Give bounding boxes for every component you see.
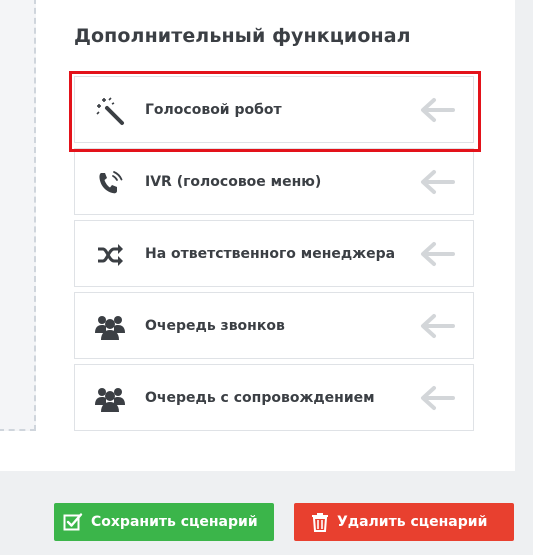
delete-scenario-button[interactable]: Удалить сценарий [294,503,514,541]
phone-signal-icon [93,166,127,200]
check-square-icon [63,513,83,531]
delete-scenario-label: Удалить сценарий [337,514,488,530]
feature-item-label: Очередь звонков [145,317,285,334]
scenario-dropzone[interactable] [0,0,36,431]
arrow-left-icon[interactable] [419,312,455,340]
feature-item-escorted-queue[interactable]: Очередь с сопровождением [74,364,474,431]
arrow-left-icon[interactable] [419,168,455,196]
feature-item-ivr[interactable]: IVR (голосовое меню) [74,148,474,215]
users-group-icon [93,382,127,416]
arrow-left-icon[interactable] [419,384,455,412]
save-scenario-label: Сохранить сценарий [91,514,258,530]
arrow-left-icon[interactable] [419,240,455,268]
panel-heading: Дополнительный функционал [74,25,411,47]
feature-item-responsible-manager[interactable]: На ответственного менеджера [74,220,474,287]
feature-item-label: Очередь с сопровождением [145,389,375,406]
shuffle-icon [93,238,127,272]
trash-icon [312,513,328,532]
selection-highlight [69,71,481,152]
feature-item-label: На ответственного менеджера [145,245,396,262]
save-scenario-button[interactable]: Сохранить сценарий [54,503,274,541]
users-group-icon [93,310,127,344]
feature-item-call-queue[interactable]: Очередь звонков [74,292,474,359]
additional-features-panel: Дополнительный функционал Голосовой робо… [0,0,515,471]
feature-item-label: IVR (голосовое меню) [145,173,322,190]
